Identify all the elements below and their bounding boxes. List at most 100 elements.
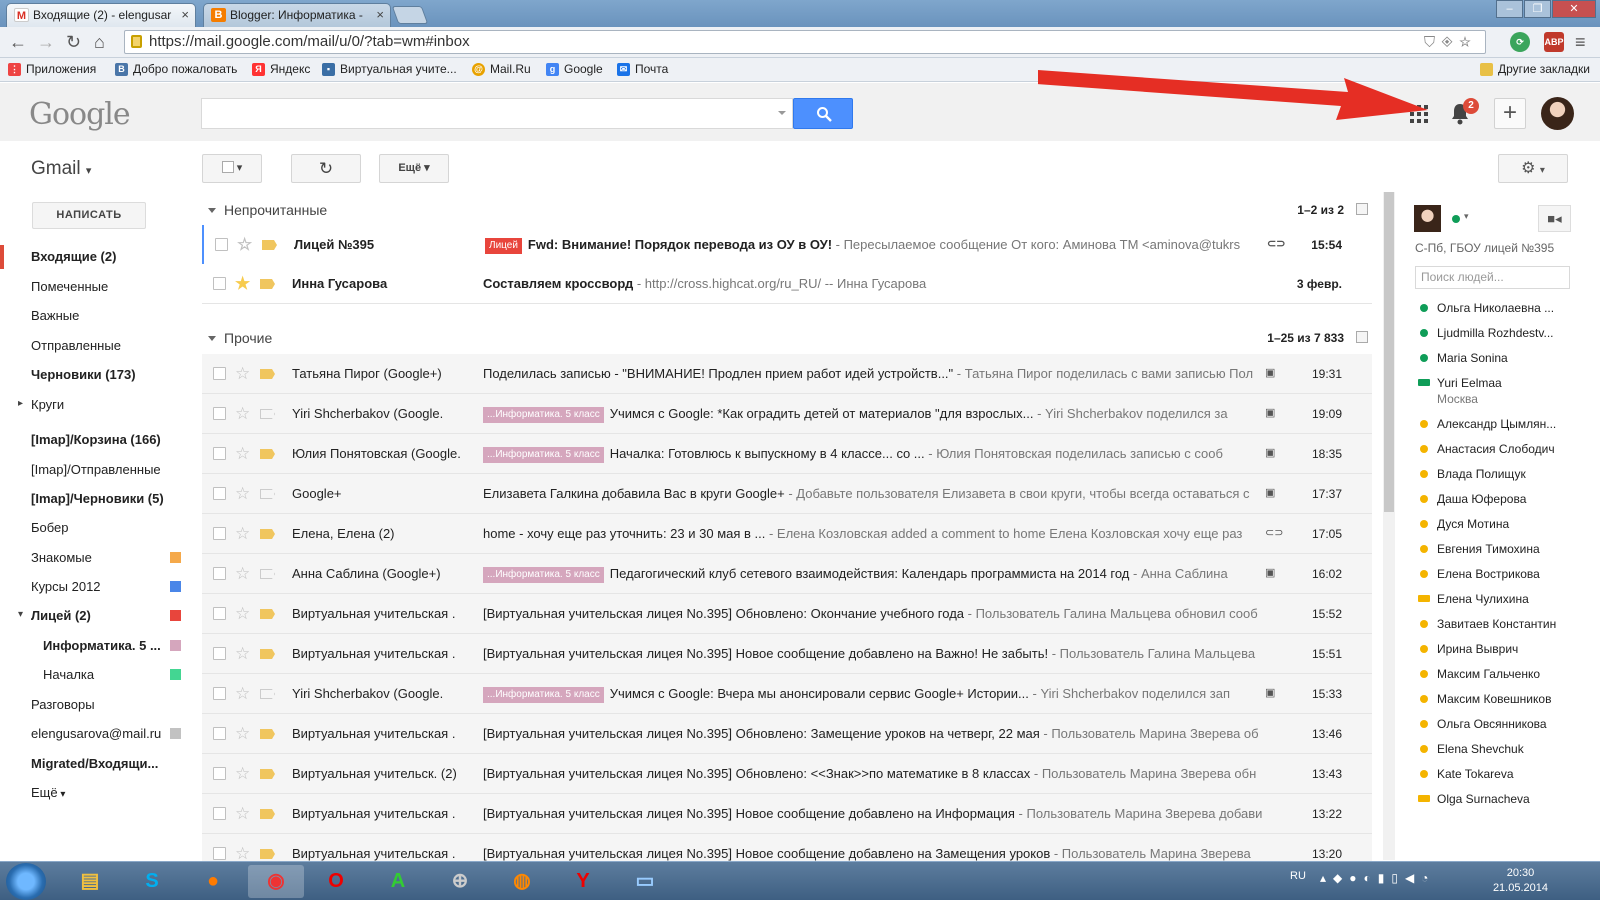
sidebar-item[interactable]: Помеченные (31, 275, 181, 299)
row-checkbox[interactable] (215, 238, 228, 251)
minimize-button[interactable]: – (1496, 0, 1523, 18)
row-checkbox[interactable] (213, 487, 226, 500)
sidebar-item[interactable]: Разговоры (31, 693, 181, 717)
bookmark-virtual[interactable]: ▪ Виртуальная учите... (322, 62, 457, 76)
contact-item[interactable]: Дуся Мотина (1437, 516, 1577, 532)
shield-icon[interactable]: ⛉ (1424, 34, 1441, 51)
back-icon[interactable]: ← (9, 32, 27, 52)
email-row[interactable]: ☆ Google+ Елизавета Галкина добавила Вас в… (202, 474, 1372, 514)
expand-triangle-icon[interactable]: ▸ (18, 398, 23, 409)
star-icon[interactable]: ☆ (235, 394, 250, 434)
label-chip[interactable]: ...Информатика. 5 класс (483, 407, 604, 423)
email-row[interactable]: ☆ Виртуальная учительская . [Виртуальная у… (202, 594, 1372, 634)
importance-marker-icon[interactable] (260, 689, 275, 699)
bookmark-mailru[interactable]: @ Mail.Ru (472, 62, 531, 76)
label-color-swatch[interactable] (170, 581, 181, 592)
gmail-switcher[interactable]: Gmail ▾ (31, 158, 91, 180)
row-checkbox[interactable] (213, 367, 226, 380)
contact-item[interactable]: Даша Юферова (1437, 491, 1577, 507)
people-search-input[interactable]: Поиск людей... (1415, 266, 1570, 289)
importance-marker-icon[interactable] (260, 489, 275, 499)
account-avatar[interactable] (1541, 97, 1574, 130)
other-bookmarks[interactable]: Другие закладки (1480, 62, 1590, 76)
contact-item[interactable]: Елена Чулихина (1437, 591, 1577, 607)
row-checkbox[interactable] (213, 687, 226, 700)
contact-item[interactable]: Ольга Овсянникова (1437, 716, 1577, 732)
importance-marker-icon[interactable] (260, 569, 275, 579)
email-row[interactable]: ☆ Анна Саблина (Google+) ...Информатика. 5… (202, 554, 1372, 594)
section-menu-button[interactable] (1356, 203, 1368, 215)
importance-marker-icon[interactable] (262, 240, 277, 250)
contact-item[interactable]: Olga Surnacheva (1437, 791, 1577, 807)
new-tab-button[interactable] (391, 6, 429, 24)
contact-item[interactable]: Ирина Выврич (1437, 641, 1577, 657)
email-row[interactable]: ☆ Yiri Shcherbakov (Google. ...Информатика… (202, 394, 1372, 434)
importance-marker-icon[interactable] (260, 849, 275, 859)
star-icon[interactable]: ☆ (235, 514, 250, 554)
star-icon[interactable]: ☆ (235, 754, 250, 794)
contact-item[interactable]: Ljudmilla Rozhdestv... (1437, 325, 1577, 341)
close-tab-icon[interactable]: × (376, 4, 384, 26)
contact-item[interactable]: Евгения Тимохина (1437, 541, 1577, 557)
importance-marker-icon[interactable] (260, 729, 275, 739)
star-icon[interactable]: ☆ (237, 225, 252, 265)
contact-item[interactable]: Влада Полищук (1437, 466, 1577, 482)
language-indicator[interactable]: RU (1290, 870, 1306, 882)
app-a-icon[interactable]: A (378, 865, 418, 898)
tray-icons[interactable]: ▴◆●◐▮▯◀◔ (1320, 871, 1435, 885)
chevron-down-icon[interactable]: ▾ (1464, 211, 1469, 222)
importance-marker-icon[interactable] (260, 649, 275, 659)
tab-gmail[interactable]: M Входящие (2) - elengusar × (6, 3, 196, 27)
star-icon[interactable]: ☆ (235, 794, 250, 834)
start-button[interactable] (6, 863, 46, 900)
bookmark-apps[interactable]: ⋮ Приложения (8, 62, 96, 76)
email-row[interactable]: ☆ Виртуальная учительская . [Виртуальная у… (202, 634, 1372, 674)
clock[interactable]: 20:30 21.05.2014 (1493, 866, 1548, 896)
close-window-button[interactable]: ✕ (1552, 0, 1596, 18)
scrollbar-thumb[interactable] (1384, 192, 1394, 512)
email-row[interactable]: ☆ Виртуальная учительская . [Виртуальная у… (202, 794, 1372, 834)
explorer-icon[interactable]: ▤ (70, 865, 110, 898)
email-row[interactable]: ☆ Лицей №395 Лицей Fwd: Внимание! Порядок п… (202, 225, 1372, 265)
label-color-swatch[interactable] (170, 610, 181, 621)
online-status-dot[interactable] (1452, 215, 1460, 223)
sidebar-item[interactable]: elengusarova@mail.ru (31, 722, 181, 746)
contact-item[interactable]: Yuri Eelmaa Москва (1437, 375, 1577, 407)
label-chip[interactable]: ...Информатика. 5 класс (483, 687, 604, 703)
star-icon[interactable]: ☆ (235, 674, 250, 714)
home-icon[interactable]: ⌂ (94, 32, 105, 52)
menu-icon[interactable]: ≡ (1575, 32, 1586, 52)
unread-section-header[interactable]: Непрочитанные 1–2 из 2 (202, 198, 1372, 222)
refresh-button[interactable]: ↻ (291, 154, 361, 183)
skype-icon[interactable]: S (132, 865, 172, 898)
importance-marker-icon[interactable] (260, 609, 275, 619)
sidebar-item[interactable]: Входящие (2) (0, 245, 181, 269)
contact-item[interactable]: Максим Ковешников (1437, 691, 1577, 707)
row-checkbox[interactable] (213, 727, 226, 740)
importance-marker-icon[interactable] (260, 279, 275, 289)
email-row[interactable]: ☆ Виртуальная учительская . [Виртуальная у… (202, 714, 1372, 754)
contact-item[interactable]: Анастасия Слободич (1437, 441, 1577, 457)
search-options-icon[interactable] (778, 111, 786, 119)
email-row[interactable]: ☆ Yiri Shcherbakov (Google. ...Информатика… (202, 674, 1372, 714)
bookmark-star-icon[interactable]: ☆ (1459, 34, 1477, 51)
row-checkbox[interactable] (213, 807, 226, 820)
star-icon[interactable]: ☆ (235, 434, 250, 474)
row-checkbox[interactable] (213, 527, 226, 540)
sidebar-item[interactable]: Важные (31, 304, 181, 328)
bookmark-mail[interactable]: ✉ Почта (617, 62, 668, 76)
search-input[interactable] (201, 98, 793, 129)
close-tab-icon[interactable]: × (181, 4, 189, 26)
video-call-button[interactable]: ■◂ (1538, 205, 1571, 232)
importance-marker-icon[interactable] (260, 769, 275, 779)
email-row[interactable]: ☆ Татьяна Пирог (Google+) Поделилась запис… (202, 354, 1372, 394)
sidebar-item[interactable]: Ещё ▾ (31, 781, 181, 805)
more-button[interactable]: Ещё ▾ (379, 154, 449, 183)
share-plus-button[interactable]: + (1494, 98, 1526, 129)
safari-icon[interactable]: ⊕ (440, 865, 480, 898)
collapse-triangle-icon[interactable] (208, 336, 216, 345)
address-bar[interactable]: https://mail.google.com/mail/u/0/?tab=wm… (124, 30, 1486, 54)
tab-blogger[interactable]: B Blogger: Информатика - × (203, 3, 391, 27)
google-logo[interactable]: Google (29, 97, 131, 132)
settings-button[interactable]: ⚙ ▾ (1498, 154, 1568, 183)
